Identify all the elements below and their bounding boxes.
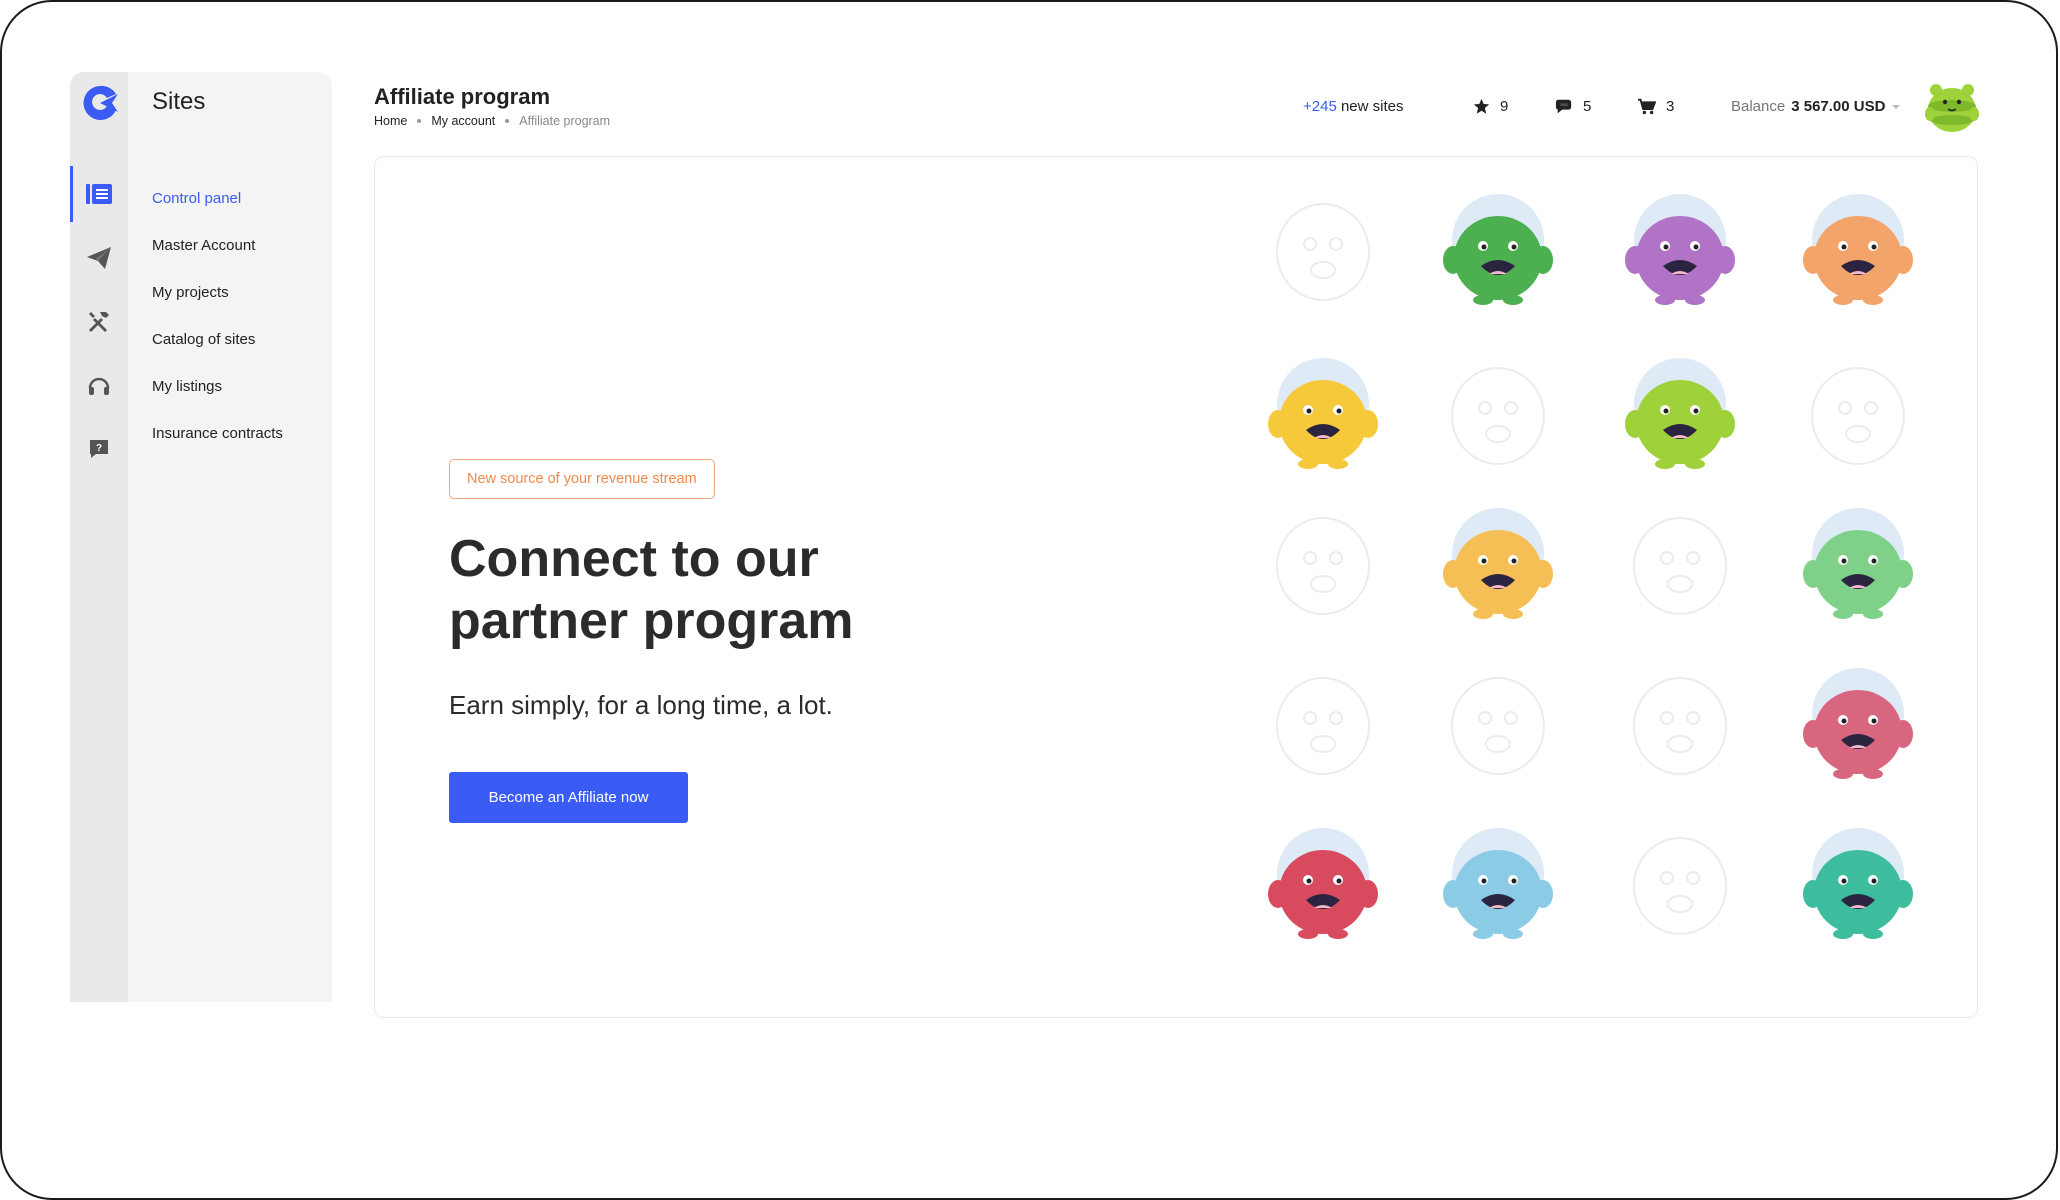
promo-headline-line-1: Connect to our <box>449 530 819 588</box>
new-sites-label: new sites <box>1340 98 1404 115</box>
sidebar-item-insurance-contracts[interactable]: Insurance contracts <box>152 425 283 442</box>
promo-headline: Connect to our partner program <box>449 528 1009 652</box>
breadcrumb-current: Affiliate program <box>519 114 611 128</box>
promo-subtitle: Earn simply, for a long time, a lot. <box>449 690 833 720</box>
avatar[interactable] <box>1922 80 1982 136</box>
sidebar-item-master-account[interactable]: Master Account <box>152 237 255 254</box>
balance-value: 3 567.00 USD <box>1791 98 1886 115</box>
breadcrumb-separator <box>505 119 510 123</box>
monster-unicorn-outline-icon <box>1633 677 1727 775</box>
tools-icon[interactable] <box>86 309 112 335</box>
balance-label: Balance <box>1731 98 1786 115</box>
help-chat-icon[interactable]: ? <box>86 436 112 462</box>
messages-count: 5 <box>1583 98 1592 115</box>
breadcrumb-separator <box>417 119 422 123</box>
sidebar <box>128 72 332 1002</box>
breadcrumb-home[interactable]: Home <box>374 114 407 128</box>
monster-teal-fuzzy-icon <box>1803 828 1913 939</box>
headset-icon[interactable] <box>86 373 112 399</box>
monster-lime-striped-icon <box>1625 358 1735 469</box>
cart-icon <box>1638 98 1656 115</box>
chat-icon <box>1555 99 1572 114</box>
monster-orange-blob-icon <box>1443 508 1553 619</box>
favorites-button[interactable]: 9 <box>1473 98 1508 115</box>
monster-outline-icon <box>1633 837 1727 935</box>
monster-outline-icon <box>1451 677 1545 775</box>
promo-headline-line-2: partner program <box>449 592 854 650</box>
monster-outline-icon <box>1633 517 1727 615</box>
monster-ghost-outline-icon <box>1276 203 1370 301</box>
monster-purple-tall-icon <box>1625 194 1735 305</box>
sidebar-item-control-panel[interactable]: Control panel <box>152 190 241 207</box>
promo-badge: New source of your revenue stream <box>449 459 715 499</box>
monster-orange-fluffy-icon <box>1803 194 1913 305</box>
list-icon[interactable] <box>86 181 112 207</box>
monster-outline-icon <box>1451 367 1545 465</box>
favorites-count: 9 <box>1500 98 1509 115</box>
monster-green-spiky-icon <box>1443 194 1553 305</box>
cart-count: 3 <box>1666 98 1675 115</box>
new-sites-count: +245 <box>1303 98 1337 115</box>
sidebar-item-my-listings[interactable]: My listings <box>152 378 222 395</box>
paper-plane-icon[interactable] <box>86 245 112 271</box>
monster-yellow-horned-icon <box>1268 358 1378 469</box>
balance-dropdown[interactable]: Balance 3 567.00 USD <box>1731 98 1901 115</box>
monster-pink-horned-icon <box>1803 668 1913 779</box>
active-indicator <box>70 166 73 222</box>
monster-outline-icon <box>1276 677 1370 775</box>
monster-outline-icon <box>1276 517 1370 615</box>
breadcrumb: Home My account Affiliate program <box>374 114 610 128</box>
monster-green-ghost-icon <box>1803 508 1913 619</box>
sidebar-item-catalog-of-sites[interactable]: Catalog of sites <box>152 331 255 348</box>
monster-blue-cyclops-icon <box>1443 828 1553 939</box>
svg-text:?: ? <box>96 443 102 454</box>
app-logo-icon[interactable] <box>80 84 120 122</box>
page-title: Affiliate program <box>374 84 551 109</box>
monster-red-unicorn-icon <box>1268 828 1378 939</box>
breadcrumb-my-account[interactable]: My account <box>431 114 495 128</box>
icon-rail <box>70 72 128 1002</box>
new-sites-link[interactable]: +245 new sites <box>1303 98 1404 115</box>
monster-cyclops-outline-icon <box>1811 367 1905 465</box>
app-title: Sites <box>152 88 206 115</box>
messages-button[interactable]: 5 <box>1555 98 1591 115</box>
become-affiliate-button[interactable]: Become an Affiliate now <box>449 772 688 823</box>
star-icon <box>1473 98 1490 114</box>
sidebar-item-my-projects[interactable]: My projects <box>152 284 229 301</box>
chevron-down-icon <box>1892 104 1901 109</box>
cart-button[interactable]: 3 <box>1637 98 1674 115</box>
